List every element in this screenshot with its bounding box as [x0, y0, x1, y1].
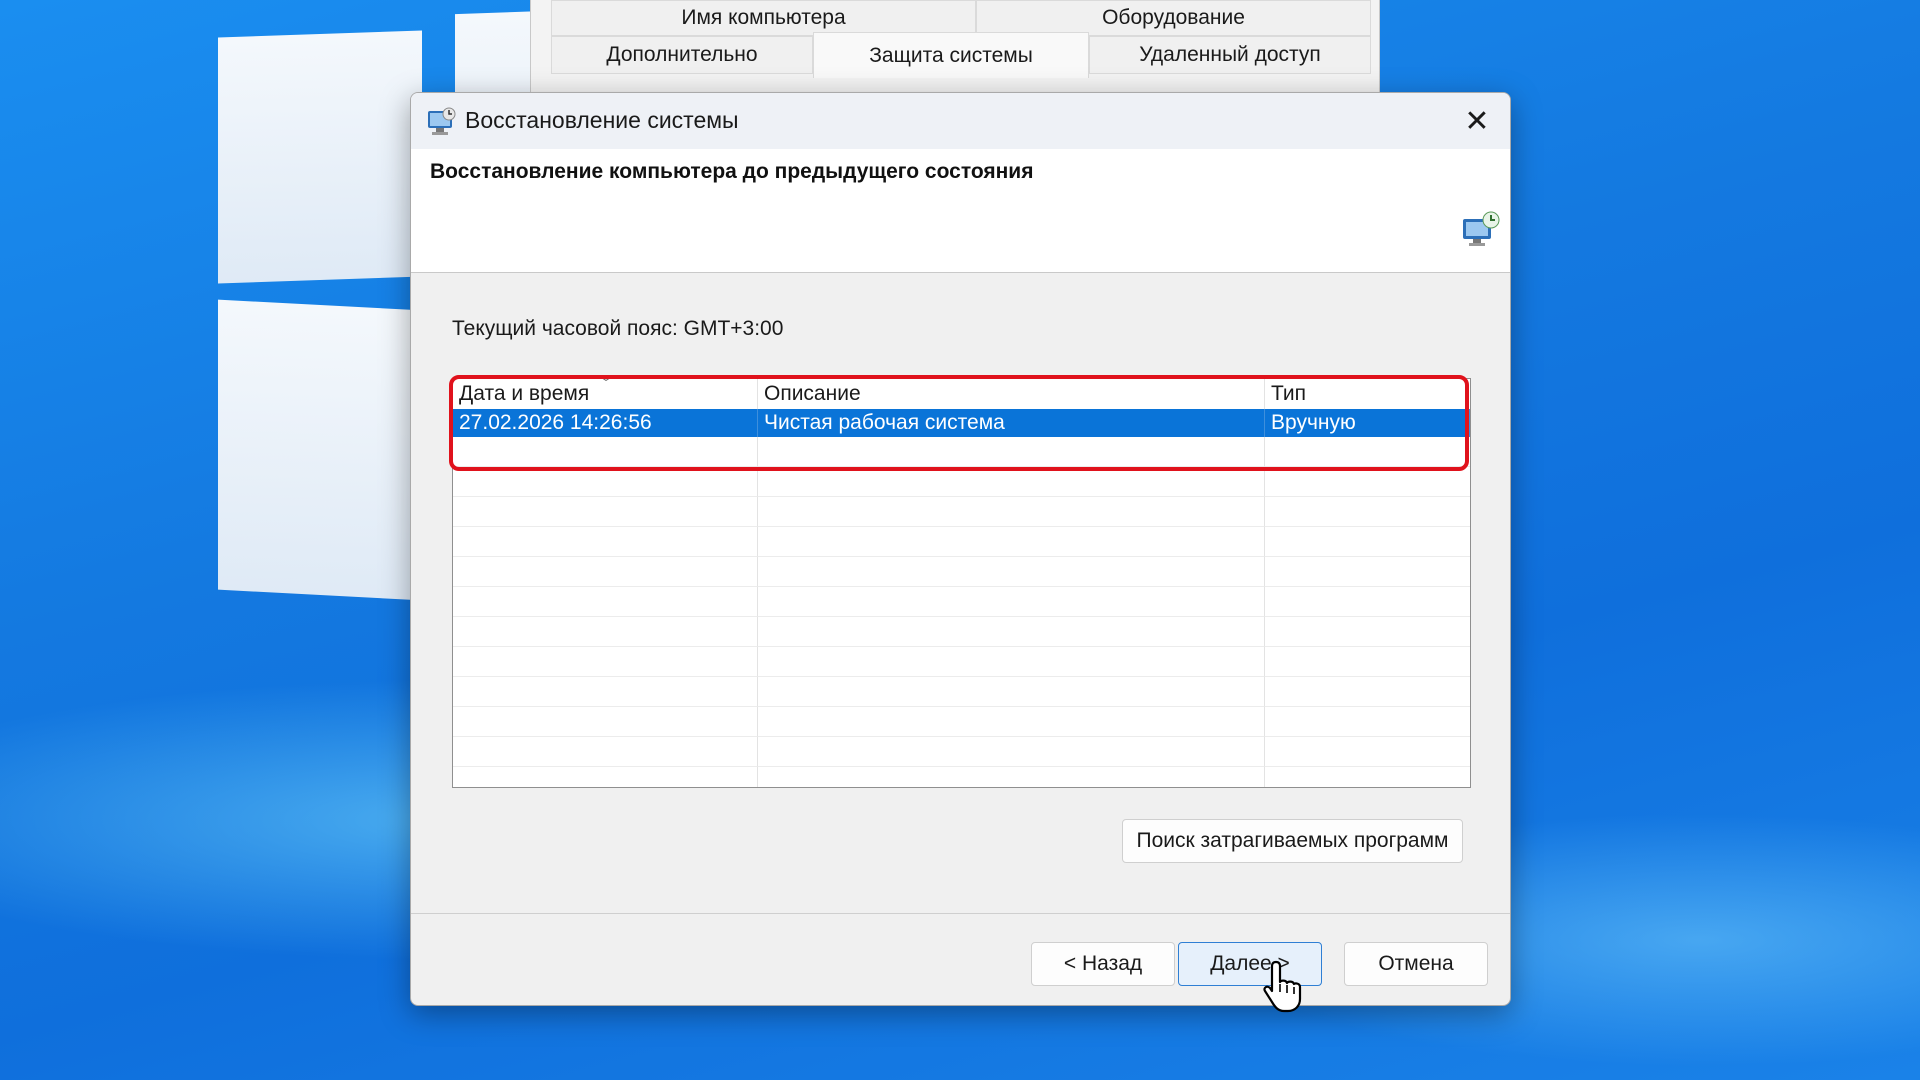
back-button[interactable]: < Назад [1031, 942, 1175, 986]
empty-row [453, 677, 1470, 707]
tab-advanced[interactable]: Дополнительно [551, 36, 813, 74]
row-date: 27.02.2026 14:26:56 [453, 409, 758, 437]
tab-system-protection[interactable]: Защита системы [813, 32, 1089, 78]
tab-remote[interactable]: Удаленный доступ [1089, 36, 1371, 74]
cancel-button[interactable]: Отмена [1344, 942, 1488, 986]
empty-row [453, 707, 1470, 737]
system-restore-icon [1463, 211, 1500, 246]
dialog-title: Восстановление системы [465, 107, 739, 133]
timezone-label: Текущий часовой пояс: GMT+3:00 [452, 317, 784, 340]
tab-hardware[interactable]: Оборудование [976, 0, 1371, 36]
empty-row [453, 767, 1470, 787]
footer-separator [411, 913, 1510, 914]
tab-computer-name[interactable]: Имя компьютера [551, 0, 976, 36]
hand-cursor-icon [1263, 960, 1302, 1013]
row-description: Чистая рабочая система [758, 409, 1265, 437]
system-restore-dialog: Восстановление системы ✕ Текущий часовой… [410, 92, 1511, 1006]
restore-points-list[interactable]: Дата и время ﹀ Описание Тип 27.02.2026 1… [452, 378, 1471, 788]
system-restore-icon [428, 107, 456, 135]
list-header: Дата и время ﹀ Описание Тип [453, 379, 1470, 409]
empty-row [453, 497, 1470, 527]
scan-affected-programs-button[interactable]: Поиск затрагиваемых программ [1122, 819, 1463, 863]
close-button[interactable]: ✕ [1444, 93, 1510, 149]
windows-logo-pane [218, 30, 422, 284]
close-icon: ✕ [1464, 104, 1490, 138]
chevron-down-icon: ﹀ [599, 378, 613, 391]
row-type: Вручную [1265, 409, 1470, 437]
empty-row [453, 617, 1470, 647]
windows-logo-pane [218, 299, 422, 601]
empty-row [453, 527, 1470, 557]
empty-row [453, 647, 1470, 677]
column-header-date[interactable]: Дата и время ﹀ [453, 379, 758, 409]
empty-row [453, 467, 1470, 497]
empty-row [453, 587, 1470, 617]
column-header-type[interactable]: Тип [1265, 379, 1470, 409]
column-header-description[interactable]: Описание [758, 379, 1265, 409]
empty-row [453, 737, 1470, 767]
empty-row [453, 437, 1470, 467]
table-row[interactable]: 27.02.2026 14:26:56 Чистая рабочая систе… [453, 409, 1470, 437]
page-title: Восстановление компьютера до предыдущего… [430, 160, 1034, 183]
empty-row [453, 557, 1470, 587]
title-bar[interactable]: Восстановление системы ✕ [411, 93, 1510, 149]
